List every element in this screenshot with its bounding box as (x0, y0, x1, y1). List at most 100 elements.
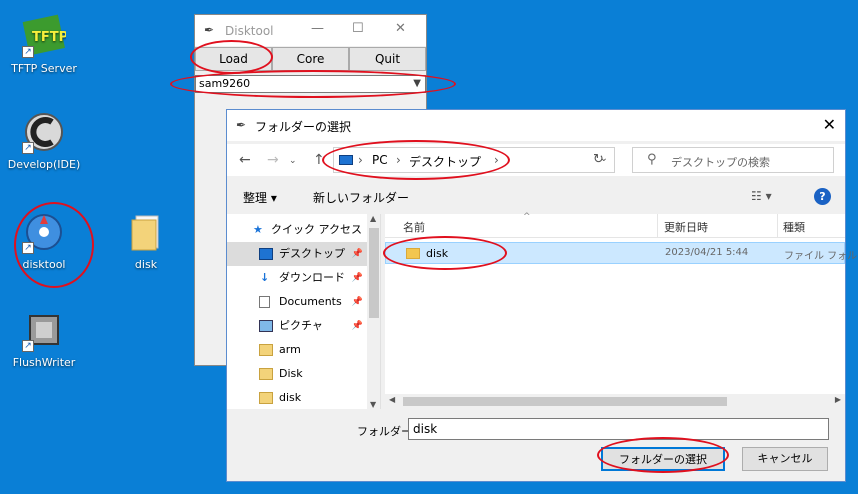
pin-icon: 📌 (351, 297, 363, 307)
nav-item-downloads[interactable]: ↓ ダウンロード 📌 (227, 266, 367, 290)
pin-icon: 📌 (351, 273, 363, 283)
folder-icon (124, 210, 168, 254)
scrollbar-thumb[interactable] (369, 228, 379, 318)
forward-arrow-icon[interactable]: → (267, 152, 279, 168)
minimize-icon[interactable]: — (311, 21, 324, 36)
column-header-type[interactable]: 種類 (783, 219, 805, 235)
shortcut-arrow-icon: ↗ (22, 46, 34, 58)
file-list-header: ^ 名前 更新日時 種類 (385, 212, 845, 238)
up-arrow-icon[interactable]: ↑ (313, 152, 325, 168)
nav-item-label: Disk (279, 367, 303, 380)
shortcut-arrow-icon: ↗ (22, 142, 34, 154)
close-icon[interactable]: ✕ (395, 21, 406, 36)
breadcrumb-separator-icon: › (494, 153, 499, 167)
dialog-title: フォルダーの選択 (255, 120, 352, 134)
breadcrumb-separator-icon: › (358, 153, 363, 167)
desktop-icon-label: Develop(IDE) (7, 158, 81, 171)
nav-item-disk[interactable]: disk (227, 386, 367, 409)
column-divider[interactable] (777, 214, 778, 238)
shortcut-arrow-icon: ↗ (22, 340, 34, 352)
disktool-titlebar[interactable]: ✒ Disktool — ☐ ✕ (195, 15, 426, 46)
desktop-icon-flushwriter[interactable]: ↗ FlushWriter (6, 308, 82, 369)
chevron-down-icon: ▼ (413, 78, 421, 89)
refresh-icon[interactable]: ↻ (593, 152, 604, 167)
file-name: disk (426, 247, 449, 260)
folder-name-field[interactable]: disk (408, 418, 829, 440)
chip-icon: ↗ (22, 308, 66, 352)
feather-icon: ✒ (204, 23, 215, 37)
nav-item-label: ピクチャ (279, 319, 323, 332)
pc-icon (339, 155, 353, 165)
navigation-scrollbar[interactable]: ▲ ▼ (367, 214, 380, 409)
target-select[interactable]: sam9260 ▼ (195, 75, 426, 93)
pin-icon: 📌 (351, 321, 363, 331)
select-folder-button[interactable]: フォルダーの選択 (601, 447, 725, 471)
close-icon[interactable]: ✕ (823, 115, 836, 134)
nav-item-pictures[interactable]: ピクチャ 📌 (227, 314, 367, 338)
column-divider[interactable] (657, 214, 658, 238)
nav-item-label: disk (279, 391, 302, 404)
breadcrumb-pc[interactable]: PC (372, 153, 388, 167)
scroll-up-icon[interactable]: ▲ (370, 214, 376, 223)
nav-item-label: デスクトップ (279, 247, 345, 260)
desktop-icon-label: disk (134, 258, 158, 271)
desktop-icon (259, 248, 273, 260)
scroll-down-icon[interactable]: ▼ (370, 400, 376, 409)
address-bar[interactable]: › PC › デスクトップ › ⌄ (333, 147, 615, 173)
core-button[interactable]: Core (272, 47, 349, 71)
cancel-button[interactable]: キャンセル (742, 447, 828, 471)
desktop-icon-label: disktool (22, 258, 66, 271)
nav-item-label: arm (279, 343, 301, 356)
disktool-button-row: Load Core Quit (195, 47, 426, 71)
desktop-icon-tftp-server[interactable]: TFTP ↗ TFTP Server (6, 14, 82, 75)
desktop-icon-label: TFTP Server (11, 62, 77, 75)
maximize-icon[interactable]: ☐ (352, 21, 364, 36)
download-arrow-icon: ↓ (260, 271, 270, 284)
column-header-name[interactable]: 名前 (403, 219, 425, 235)
file-type: ファイル フォルダー (784, 251, 858, 262)
scroll-left-icon[interactable]: ◀ (389, 395, 395, 404)
file-list-scrollbar[interactable]: ◀ ▶ (385, 394, 845, 409)
column-header-date[interactable]: 更新日時 (664, 219, 708, 235)
folder-icon (259, 392, 273, 404)
desktop-icon-disk-folder[interactable]: disk (108, 210, 184, 271)
pictures-icon (259, 320, 273, 332)
command-bar: 整理 ▾ 新しいフォルダー ☷ ▾ ? (227, 182, 845, 210)
dialog-titlebar[interactable]: ✒ フォルダーの選択 ✕ (227, 110, 845, 141)
nav-item-label: クイック アクセス (271, 223, 362, 236)
file-date: 2023/04/21 5:44 (665, 247, 749, 258)
feather-icon: ✒ (236, 118, 247, 132)
view-options-icon[interactable]: ☷ ▾ (751, 189, 772, 203)
scroll-right-icon[interactable]: ▶ (835, 395, 841, 404)
quit-button[interactable]: Quit (349, 47, 426, 71)
folder-label: フォルダー: (357, 425, 416, 438)
nav-item-quick-access[interactable]: ★ クイック アクセス (227, 218, 367, 242)
navigation-pane: ★ クイック アクセス デスクトップ 📌 ↓ ダウンロード 📌 Document… (227, 214, 381, 409)
organize-button[interactable]: 整理 ▾ (243, 189, 277, 206)
nav-item-label: Documents (279, 295, 342, 308)
nav-item-documents[interactable]: Documents 📌 (227, 290, 367, 314)
ide-icon: ↗ (22, 110, 66, 154)
folder-icon (259, 344, 273, 356)
back-arrow-icon[interactable]: ← (239, 152, 251, 168)
target-select-value: sam9260 (199, 77, 251, 90)
file-row[interactable]: disk 2023/04/21 5:44 ファイル フォルダー (385, 242, 858, 264)
desktop-icon-develop-ide[interactable]: ↗ Develop(IDE) (6, 110, 82, 171)
nav-item-arm[interactable]: arm (227, 338, 367, 362)
load-button[interactable]: Load (195, 47, 272, 71)
new-folder-button[interactable]: 新しいフォルダー (313, 189, 409, 206)
nav-item-disk-upper[interactable]: Disk (227, 362, 367, 386)
shortcut-arrow-icon: ↗ (22, 242, 34, 254)
help-icon[interactable]: ? (814, 188, 831, 205)
breadcrumb-desktop[interactable]: デスクトップ (409, 153, 481, 170)
folder-icon (259, 368, 273, 380)
navigation-bar: ← → ⌄ ↑ › PC › デスクトップ › ⌄ ↻ ⚲ デスクトップの検索 (227, 144, 845, 176)
sort-up-icon: ^ (523, 212, 531, 222)
search-icon: ⚲ (647, 152, 657, 167)
scrollbar-thumb[interactable] (403, 397, 727, 406)
file-list: ^ 名前 更新日時 種類 disk 2023/04/21 5:44 ファイル フ… (385, 212, 858, 409)
search-input[interactable]: ⚲ デスクトップの検索 (632, 147, 834, 173)
recent-chevron-icon[interactable]: ⌄ (289, 156, 297, 166)
desktop-icon-disktool[interactable]: ↗ disktool (6, 210, 82, 271)
nav-item-desktop[interactable]: デスクトップ 📌 (227, 242, 367, 266)
